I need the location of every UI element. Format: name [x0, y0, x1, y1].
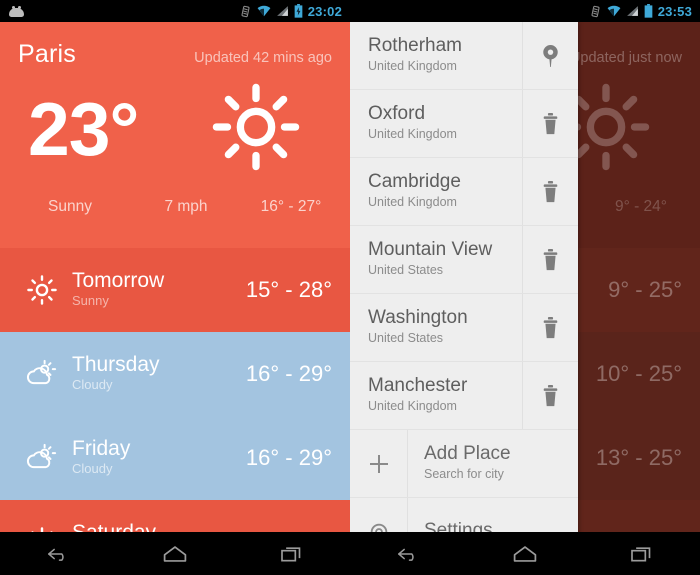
status-bar-right-icons: 23:53: [589, 4, 700, 18]
forecast-condition: Cloudy: [72, 377, 113, 393]
updated-label: Updated just now: [569, 50, 682, 66]
weather-panel: Paris Updated 42 mins ago 23° Sunny 7 mp…: [0, 22, 350, 575]
sun-icon: [16, 273, 68, 307]
forecast-row-friday[interactable]: Friday Cloudy 16° - 29°: [0, 416, 350, 500]
place-country: United States: [368, 330, 444, 345]
forecast-range: 9° - 25°: [608, 277, 682, 302]
place-info: Cambridge United Kingdom: [368, 171, 522, 211]
forecast-day: Thursday: [72, 352, 160, 376]
place-row-oxford[interactable]: Oxford United Kingdom: [350, 90, 578, 158]
add-place-title: Add Place: [424, 443, 511, 465]
status-bar-left: 23:02: [0, 0, 350, 22]
range-label: 9° - 24°: [614, 198, 668, 215]
places-drawer: Rotherham United Kingdom Oxford United K…: [350, 22, 578, 575]
status-bar-clock: 23:02: [307, 3, 342, 19]
battery-full-icon: [644, 4, 653, 18]
place-info: Rotherham United Kingdom: [368, 35, 522, 75]
signal-icon: [626, 6, 638, 16]
current-temperature-row: 23°: [0, 69, 350, 184]
trash-icon[interactable]: [522, 294, 578, 361]
place-name: Mountain View: [368, 239, 493, 261]
status-bar-right: 23:53: [350, 0, 700, 22]
vibrate-icon: [591, 5, 600, 17]
place-info: Oxford United Kingdom: [368, 103, 522, 143]
recents-icon[interactable]: [614, 539, 670, 569]
place-info: Manchester United Kingdom: [368, 375, 522, 415]
forecast-condition: Cloudy: [72, 461, 113, 477]
back-icon[interactable]: [30, 539, 86, 569]
home-icon[interactable]: [147, 539, 203, 569]
forecast-day: Friday: [72, 436, 131, 460]
forecast-range: 16° - 29°: [245, 445, 332, 470]
add-place-row[interactable]: Add Place Search for city: [350, 430, 578, 498]
place-info: Washington United States: [368, 307, 522, 347]
place-row-manchester[interactable]: Manchester United Kingdom: [350, 362, 578, 430]
forecast-range: 16° - 29°: [245, 361, 332, 386]
left-phone-screen: 23:02 Paris Updated 42 mins ago 23° Sunn…: [0, 0, 350, 575]
place-country: United Kingdom: [368, 126, 457, 141]
forecast-row-text: Tomorrow Sunny: [68, 268, 246, 310]
place-country: United Kingdom: [368, 58, 457, 73]
forecast-list: Tomorrow Sunny 15° - 28° Thursday Cloudy…: [0, 248, 350, 575]
place-name: Cambridge: [368, 171, 461, 193]
add-place-subtitle: Search for city: [424, 466, 504, 481]
place-name: Rotherham: [368, 35, 462, 57]
forecast-range: 10° - 25°: [595, 361, 682, 386]
condition-label: Sunny: [48, 198, 92, 215]
place-row-washington[interactable]: Washington United States: [350, 294, 578, 362]
add-place-text: Add Place Search for city: [408, 443, 511, 483]
plus-icon: [350, 430, 408, 497]
forecast-row-tomorrow[interactable]: Tomorrow Sunny 15° - 28°: [0, 248, 350, 332]
forecast-row-thursday[interactable]: Thursday Cloudy 16° - 29°: [0, 332, 350, 416]
vibrate-icon: [241, 5, 250, 17]
location-pin-icon[interactable]: [522, 22, 578, 89]
trash-icon[interactable]: [522, 362, 578, 429]
place-row-rotherham[interactable]: Rotherham United Kingdom: [350, 22, 578, 90]
wind-label: 7 mph: [164, 198, 208, 215]
status-bar-clock: 23:53: [657, 3, 692, 19]
page-title: Paris: [18, 40, 76, 68]
battery-charging-icon: [294, 4, 303, 18]
place-country: United Kingdom: [368, 194, 457, 209]
right-phone-screen: 23:53 Rotherham Updated just now 13°: [350, 0, 700, 575]
forecast-range: 15° - 28°: [245, 277, 332, 302]
sun-cloud-icon: [16, 441, 68, 475]
wifi-icon: [607, 5, 621, 17]
forecast-condition: Sunny: [72, 293, 109, 309]
navigation-bar-right: [350, 532, 700, 575]
range-label: 16° - 27°: [260, 198, 322, 215]
place-name: Manchester: [368, 375, 468, 397]
trash-icon[interactable]: [522, 158, 578, 225]
sun-icon: [210, 81, 302, 178]
forecast-row-text: Thursday Cloudy: [68, 352, 246, 394]
forecast-range: 13° - 25°: [595, 445, 682, 470]
screenshot-root: 23:02 Paris Updated 42 mins ago 23° Sunn…: [0, 0, 700, 575]
place-name: Oxford: [368, 103, 426, 125]
signal-icon: [276, 6, 288, 16]
place-row-cambridge[interactable]: Cambridge United Kingdom: [350, 158, 578, 226]
place-info: Mountain View United States: [368, 239, 522, 279]
forecast-row-text: Friday Cloudy: [68, 436, 246, 478]
status-bar-left-icons: [0, 5, 25, 17]
trash-icon[interactable]: [522, 90, 578, 157]
forecast-day: Tomorrow: [72, 268, 165, 292]
sun-cloud-icon: [16, 357, 68, 391]
place-country: United Kingdom: [368, 398, 457, 413]
place-name: Washington: [368, 307, 468, 329]
back-icon[interactable]: [380, 539, 436, 569]
home-icon[interactable]: [497, 539, 553, 569]
header-topline: Paris Updated 42 mins ago: [0, 22, 350, 69]
android-robot-icon: [8, 5, 25, 17]
current-weather-stats: Sunny 7 mph 16° - 27°: [0, 184, 350, 216]
current-weather-header: Paris Updated 42 mins ago 23° Sunny 7 mp…: [0, 22, 350, 248]
current-temperature: 23°: [28, 87, 139, 171]
place-row-mountain-view[interactable]: Mountain View United States: [350, 226, 578, 294]
recents-icon[interactable]: [264, 539, 320, 569]
updated-label: Updated 42 mins ago: [194, 50, 332, 66]
status-bar-right-icons: 23:02: [239, 4, 350, 18]
wifi-icon: [257, 5, 271, 17]
navigation-bar-left: [0, 532, 350, 575]
place-country: United States: [368, 262, 444, 277]
trash-icon[interactable]: [522, 226, 578, 293]
